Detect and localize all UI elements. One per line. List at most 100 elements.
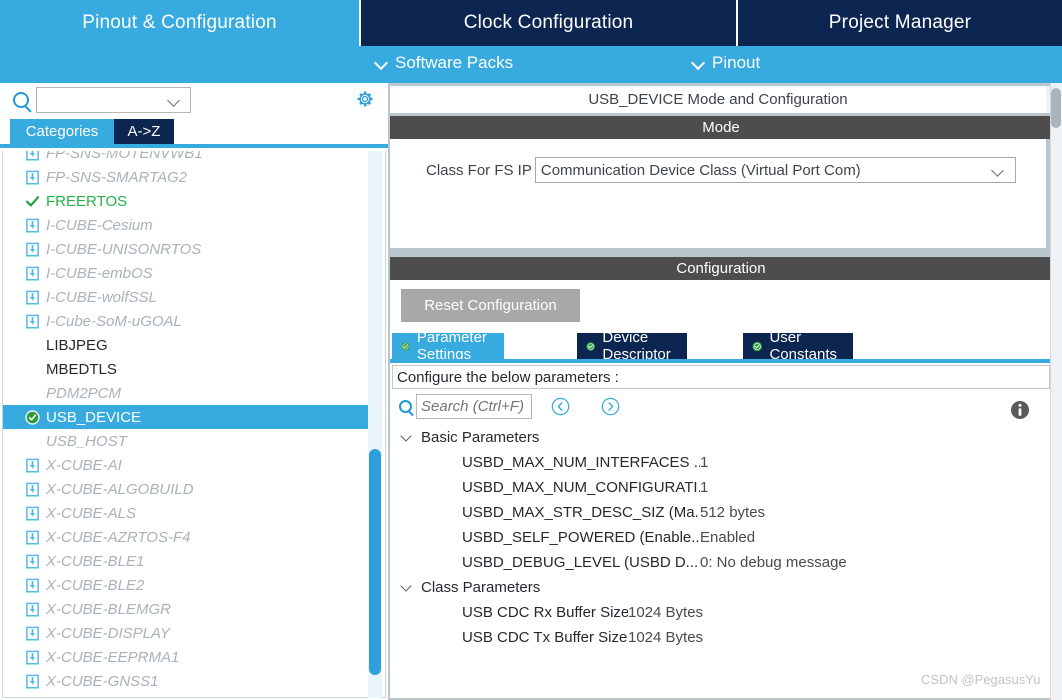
sidebar-item-usb-device[interactable]: USB_DEVICE [3,405,369,429]
sidebar-item-x-cube-ble1[interactable]: X-CUBE-BLE1 [3,549,369,573]
sidebar-item-fp-sns-smartag2[interactable]: FP-SNS-SMARTAG2 [3,165,369,189]
chevron-down-icon [375,57,388,70]
sidebar-item-i-cube-embos[interactable]: I-CUBE-embOS [3,261,369,285]
sidebar-item-label: X-CUBE-DISPLAY [46,626,170,641]
parameter-row[interactable]: USBD_SELF_POWERED (Enable...Enabled [390,525,1052,550]
sidebar-search-row [0,83,388,119]
parameter-name: USB CDC Rx Buffer Size [390,604,628,621]
sidebar-item-x-cube-ble2[interactable]: X-CUBE-BLE2 [3,573,369,597]
info-icon[interactable] [1009,399,1031,421]
chevron-down-icon [401,582,413,594]
sidebar-item-label: X-CUBE-ALGOBUILD [46,482,194,497]
sidebar-item-i-cube-wolfssl[interactable]: I-CUBE-wolfSSL [3,285,369,309]
tab-device-descriptor[interactable]: Device Descriptor [577,333,687,359]
parameter-name: USBD_SELF_POWERED (Enable... [390,529,700,546]
chevron-down-icon [401,432,413,444]
sidebar-item-x-cube-eeprma1[interactable]: X-CUBE-EEPRMA1 [3,645,369,669]
sidebar-item-freertos[interactable]: FREERTOS [3,189,369,213]
sidebar-item-x-cube-azrtos-f4[interactable]: X-CUBE-AZRTOS-F4 [3,525,369,549]
sidebar-item-mbedtls[interactable]: MBEDTLS [3,357,369,381]
parameter-row[interactable]: USBD_DEBUG_LEVEL (USBD D...0: No debug m… [390,550,1052,575]
window-scrollbar-track[interactable] [1050,83,1062,700]
check-circle-icon [401,339,410,354]
menu-software-packs[interactable]: Software Packs [375,53,513,73]
chevron-right-circle-icon[interactable] [601,397,620,416]
parameter-value: 1 [700,479,708,496]
tab-pinout-configuration-label: Pinout & Configuration [82,12,277,34]
parameter-row[interactable]: USBD_MAX_NUM_CONFIGURATI...1 [390,475,1052,500]
mode-class-label: Class For FS IP [426,162,532,179]
sidebar-tab-underline [0,144,388,148]
parameter-row[interactable]: USB CDC Rx Buffer Size1024 Bytes [390,600,1052,625]
menu-pinout[interactable]: Pinout [692,53,760,73]
sidebar-item-label: I-CUBE-wolfSSL [46,290,157,305]
parameter-search-input[interactable] [416,394,532,419]
component-list[interactable]: FP-SNS-MOTENVWB1 FP-SNS-SMARTAG2 FREERTOS I… [2,151,386,698]
download-pack-icon [25,151,40,161]
search-icon [13,92,29,108]
component-sidebar: Categories A->Z FP-SNS-MOTENVWB1 FP-SNS-S… [0,83,388,700]
mode-class-select-value: Communication Device Class (Virtual Port… [541,162,861,179]
chevron-left-circle-icon[interactable] [551,397,570,416]
download-pack-icon [25,554,40,569]
sub-menu-left-fill [0,46,361,83]
reset-configuration-button[interactable]: Reset Configuration [401,289,580,322]
download-pack-icon [25,674,40,689]
sidebar-tab-a-to-z[interactable]: A->Z [114,119,174,144]
sidebar-item-label: X-CUBE-BLEMGR [46,602,171,617]
sidebar-tab-bar: Categories A->Z [0,119,388,144]
download-pack-icon [25,458,40,473]
sidebar-search-combo[interactable] [36,87,191,113]
parameter-toolbar [390,392,1052,422]
parameter-group-basic-parameters[interactable]: Basic Parameters [390,425,1052,450]
configuration-section-body: Reset Configuration Parameter Settings [390,280,1052,698]
tab-user-constants[interactable]: User Constants [743,333,853,359]
mode-class-select[interactable]: Communication Device Class (Virtual Port… [535,157,1016,183]
sidebar-item-usb-host[interactable]: USB_HOST [3,429,369,453]
mode-class-row: Class For FS IP Communication Device Cla… [426,157,1016,183]
sidebar-item-label: FP-SNS-MOTENVWB1 [46,151,203,161]
sidebar-item-i-cube-unisonrtos[interactable]: I-CUBE-UNISONRTOS [3,237,369,261]
parameter-name: USBD_MAX_STR_DESC_SIZ (Ma... [390,504,700,521]
sidebar-item-i-cube-cesium[interactable]: I-CUBE-Cesium [3,213,369,237]
sidebar-item-label: X-CUBE-AZRTOS-F4 [46,530,190,545]
sidebar-item-libjpeg[interactable]: LIBJPEG [3,333,369,357]
sidebar-scrollbar-thumb[interactable] [369,449,381,675]
sidebar-item-fp-sns-motenvwb1[interactable]: FP-SNS-MOTENVWB1 [3,151,369,165]
window-scrollbar-thumb[interactable] [1051,88,1061,128]
sidebar-item-pdm2pcm[interactable]: PDM2PCM [3,381,369,405]
gear-icon[interactable] [355,89,375,109]
parameter-value: 1 [700,454,708,471]
parameter-name: USBD_MAX_NUM_CONFIGURATI... [390,479,700,496]
sidebar-item-label: X-CUBE-ALS [46,506,136,521]
sidebar-item-label: USB_HOST [46,434,127,449]
sidebar-item-x-cube-algobuild[interactable]: X-CUBE-ALGOBUILD [3,477,369,501]
sidebar-tab-categories[interactable]: Categories [10,119,114,144]
tab-clock-configuration-label: Clock Configuration [464,12,634,34]
sidebar-item-x-cube-gnss1[interactable]: X-CUBE-GNSS1 [3,669,369,693]
sidebar-item-x-cube-als[interactable]: X-CUBE-ALS [3,501,369,525]
mode-section-header: Mode [390,116,1052,139]
menu-software-packs-label: Software Packs [395,53,513,73]
sidebar-item-label: X-CUBE-AI [46,458,122,473]
tab-parameter-settings[interactable]: Parameter Settings [392,333,504,359]
tab-clock-configuration[interactable]: Clock Configuration [361,0,738,46]
parameter-row[interactable]: USBD_MAX_NUM_INTERFACES ...1 [390,450,1052,475]
parameter-group-label: Basic Parameters [421,429,539,446]
sidebar-item-label: I-CUBE-embOS [46,266,153,281]
sidebar-item-x-cube-blemgr[interactable]: X-CUBE-BLEMGR [3,597,369,621]
parameter-value: 512 bytes [700,504,765,521]
sidebar-item-label: I-CUBE-UNISONRTOS [46,242,201,257]
tab-pinout-configuration[interactable]: Pinout & Configuration [0,0,361,46]
tab-project-manager[interactable]: Project Manager [738,0,1062,46]
parameter-row[interactable]: USB CDC Tx Buffer Size1024 Bytes [390,625,1052,650]
sidebar-item-x-cube-display[interactable]: X-CUBE-DISPLAY [3,621,369,645]
parameter-group-class-parameters[interactable]: Class Parameters [390,575,1052,600]
parameter-row[interactable]: USBD_MAX_STR_DESC_SIZ (Ma...512 bytes [390,500,1052,525]
sidebar-item-label: I-Cube-SoM-uGOAL [46,314,182,329]
download-pack-icon [25,578,40,593]
panel-title: USB_DEVICE Mode and Configuration [390,86,1046,113]
sidebar-item-x-cube-ai[interactable]: X-CUBE-AI [3,453,369,477]
sidebar-item-label: FREERTOS [46,194,127,209]
sidebar-item-i-cube-som-ugoal[interactable]: I-Cube-SoM-uGOAL [3,309,369,333]
